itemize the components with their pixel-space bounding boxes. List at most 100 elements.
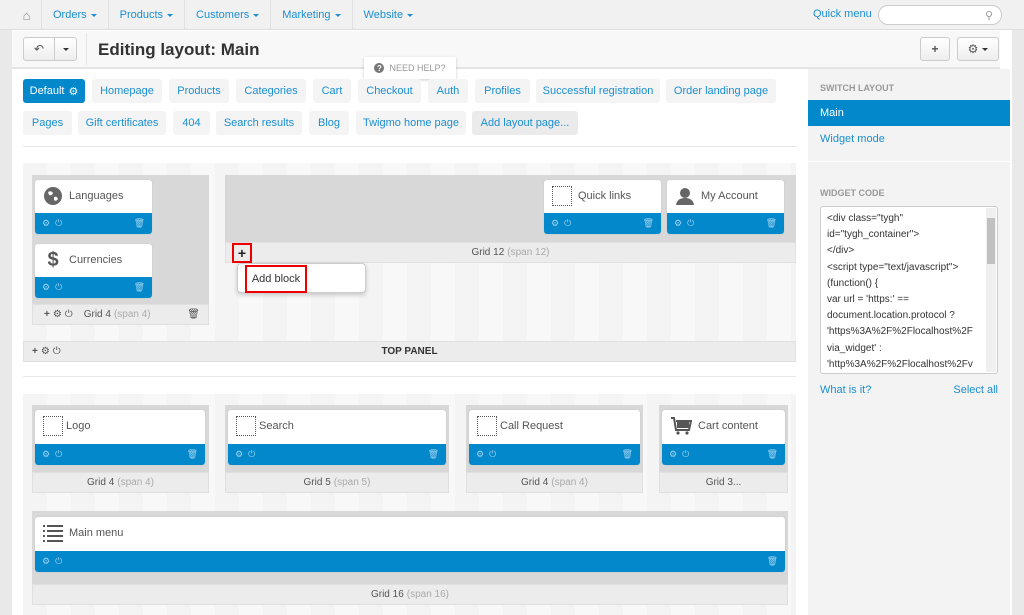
gear-icon[interactable]: ⚙	[42, 556, 50, 567]
scrollbar-thumb[interactable]	[987, 218, 995, 264]
power-icon[interactable]: ⏻	[55, 449, 62, 460]
back-arrow-icon: ↶	[33, 42, 45, 56]
tab-blog[interactable]: Blog	[309, 111, 349, 135]
layout-widget-mode[interactable]: Widget mode	[808, 126, 1010, 152]
grid-container[interactable]: Cart content ⚙ ⏻ 🗑 Grid 3...	[659, 405, 788, 493]
grid-footer: Grid 16 (span 16)	[32, 584, 788, 605]
trash-icon[interactable]: 🗑	[134, 218, 145, 229]
grid-container[interactable]: Quick links ⚙ ⏻ 🗑 My Account ⚙ ⏻ 🗑 + Grid …	[225, 175, 796, 263]
select-all-link[interactable]: Select all	[953, 384, 998, 396]
trash-icon[interactable]: 🗑	[187, 309, 200, 320]
grid-container[interactable]: Logo ⚙ ⏻ 🗑 Grid 4 (span 4)	[32, 405, 209, 493]
plus-icon: +	[237, 245, 247, 261]
tab-search-results[interactable]: Search results	[216, 111, 302, 135]
block-quick-links[interactable]: Quick links ⚙ ⏻ 🗑	[544, 180, 661, 234]
gear-icon[interactable]: ⚙	[42, 449, 50, 460]
trash-icon[interactable]: 🗑	[134, 282, 145, 293]
tab-products[interactable]: Products	[169, 79, 229, 103]
gear-icon[interactable]: ⚙	[476, 449, 484, 460]
back-button[interactable]: ↶	[24, 38, 54, 60]
block-my-account[interactable]: My Account ⚙ ⏻ 🗑	[667, 180, 784, 234]
main-menu: Orders Products Customers Marketing Webs…	[42, 0, 424, 30]
tab-404[interactable]: 404	[173, 111, 210, 135]
add-block-menu-item[interactable]: Add block	[245, 265, 307, 293]
block-cart-content[interactable]: Cart content ⚙ ⏻ 🗑	[662, 410, 785, 465]
widget-code-textarea[interactable]: <div class="tygh" id="tygh_container"> <…	[820, 206, 998, 374]
block-call-request[interactable]: Call Request ⚙ ⏻ 🗑	[469, 410, 640, 465]
menu-website[interactable]: Website	[353, 0, 425, 30]
gear-icon[interactable]: ⚙	[42, 282, 50, 293]
power-icon[interactable]: ⏻	[687, 218, 694, 229]
caret-down-icon	[982, 47, 989, 51]
tab-cart[interactable]: Cart	[313, 79, 351, 103]
menu-products[interactable]: Products	[109, 0, 186, 30]
tab-checkout[interactable]: Checkout	[358, 79, 421, 103]
divider	[808, 161, 1010, 162]
what-is-it-link[interactable]: What is it?	[820, 384, 871, 396]
back-dropdown-toggle[interactable]	[54, 38, 76, 60]
tab-default[interactable]: Default ⚙	[23, 79, 85, 103]
power-icon[interactable]: ⏻	[55, 556, 62, 567]
add-button[interactable]: +	[920, 37, 950, 61]
power-icon[interactable]: ⏻	[55, 282, 62, 293]
block-search[interactable]: Search ⚙ ⏻ 🗑	[228, 410, 446, 465]
menu-marketing[interactable]: Marketing	[271, 0, 353, 30]
power-icon[interactable]: ⏻	[682, 449, 689, 460]
header-panel-container: Logo ⚙ ⏻ 🗑 Grid 4 (span 4) Search ⚙ ⏻ 🗑 Gri…	[23, 394, 796, 615]
layout-main[interactable]: Main	[808, 100, 1010, 126]
trash-icon[interactable]: 🗑	[767, 556, 778, 567]
block-currencies[interactable]: $ Currencies ⚙ ⏻ 🗑	[35, 244, 152, 298]
home-icon: ⌂	[22, 7, 31, 23]
grid-container[interactable]: Main menu ⚙ ⏻ 🗑 Grid 16 (span 16)	[32, 511, 788, 605]
trash-icon[interactable]: 🗑	[766, 218, 777, 229]
trash-icon[interactable]: 🗑	[622, 449, 633, 460]
widget-code-heading: WIDGET CODE	[820, 188, 885, 198]
tab-homepage[interactable]: Homepage	[92, 79, 162, 103]
tab-twigmo-home-page[interactable]: Twigmo home page	[356, 111, 466, 135]
power-icon[interactable]: ⏻	[55, 218, 62, 229]
caret-down-icon	[253, 13, 260, 17]
power-icon[interactable]: ⏻	[248, 449, 255, 460]
power-icon[interactable]: ⏻	[564, 218, 571, 229]
tab-profiles[interactable]: Profiles	[475, 79, 530, 103]
add-layout-page-button[interactable]: Add layout page...	[472, 111, 578, 135]
need-help-tab[interactable]: ? NEED HELP?	[364, 57, 456, 79]
menu-orders[interactable]: Orders	[42, 0, 109, 30]
home-button[interactable]: ⌂	[12, 0, 42, 30]
scrollbar[interactable]	[986, 208, 996, 372]
caret-down-icon	[90, 13, 97, 17]
tab-successful-registration[interactable]: Successful registration	[536, 79, 660, 103]
tab-pages[interactable]: Pages	[23, 111, 72, 135]
gear-icon[interactable]: ⚙	[42, 218, 50, 229]
grid-container[interactable]: Search ⚙ ⏻ 🗑 Grid 5 (span 5)	[225, 405, 449, 493]
gear-icon[interactable]: ⚙	[235, 449, 243, 460]
trash-icon[interactable]: 🗑	[767, 449, 778, 460]
trash-icon[interactable]: 🗑	[643, 218, 654, 229]
tab-gift-certificates[interactable]: Gift certificates	[78, 111, 166, 135]
block-languages[interactable]: Languages ⚙ ⏻ 🗑	[35, 180, 152, 234]
trash-icon[interactable]: 🗑	[187, 449, 198, 460]
tab-auth[interactable]: Auth	[428, 79, 468, 103]
power-icon[interactable]: ⏻	[489, 449, 496, 460]
quick-search-input[interactable]: ⚲	[878, 5, 1002, 25]
tab-order-landing-page[interactable]: Order landing page	[666, 79, 776, 103]
divider	[86, 33, 87, 65]
cart-icon	[670, 416, 692, 436]
block-main-menu[interactable]: Main menu ⚙ ⏻ 🗑	[35, 517, 785, 572]
top-panel-bar: +⚙⏻ TOP PANEL	[23, 341, 796, 362]
grid-container[interactable]: Call Request ⚙ ⏻ 🗑 Grid 4 (span 4)	[466, 405, 643, 493]
gear-icon[interactable]: ⚙	[551, 218, 559, 229]
search-icon[interactable]: ⚲	[985, 9, 993, 22]
add-block-plus-button[interactable]: +	[232, 243, 252, 263]
tab-categories[interactable]: Categories	[236, 79, 306, 103]
grid-controls[interactable]: +⚙⏻	[44, 309, 76, 320]
gear-icon[interactable]: ⚙	[674, 218, 682, 229]
placeholder-icon	[477, 416, 497, 436]
settings-dropdown-button[interactable]: ⚙	[957, 37, 999, 61]
grid-container[interactable]: Languages ⚙ ⏻ 🗑 $ Currencies ⚙ ⏻ 🗑 +⚙⏻ Grid…	[32, 175, 209, 325]
block-logo[interactable]: Logo ⚙ ⏻ 🗑	[35, 410, 205, 465]
menu-customers[interactable]: Customers	[185, 0, 272, 30]
quick-menu-link[interactable]: Quick menu	[813, 8, 872, 20]
trash-icon[interactable]: 🗑	[428, 449, 439, 460]
gear-icon[interactable]: ⚙	[669, 449, 677, 460]
